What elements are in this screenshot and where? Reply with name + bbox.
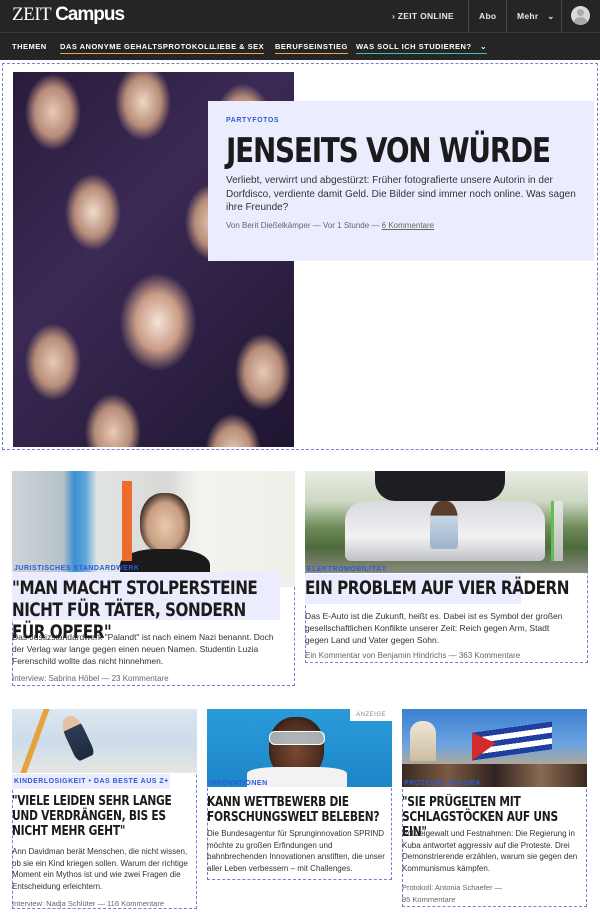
zeit-campus-logo[interactable]: ZEIT Campus [12,4,125,26]
article-kicker: ELEKTROMOBILITÄT [307,566,387,573]
charger-shape [551,501,563,561]
chevron-down-icon: ⌄ [547,11,555,21]
article-image[interactable] [305,471,588,573]
article-image[interactable]: ANZEIGE [207,709,392,787]
car-hatch [375,471,505,501]
divider [561,0,562,32]
topic-was-soll-ich-studieren[interactable]: WAS SOLL ICH STUDIEREN? ⌄ [356,42,487,54]
article-title[interactable]: EIN PROBLEM AUF VIER RÄDERN [305,577,569,599]
hero-comments-link[interactable]: 6 Kommentare [382,221,434,230]
portrait-shape [140,493,190,553]
article-kicker: PROTESTE IN KUBA [404,780,481,787]
article-meta-author: Protokoll: Antonia Schaefer — [402,883,503,892]
article-card[interactable]: PROTESTE IN KUBA "SIE PRÜGELTEN MIT SCHL… [402,709,587,907]
article-meta: Interview: Sabrina Höbel — 23 Kommentare [12,674,169,683]
article-card[interactable]: JURISTISCHES STANDARDWERK "MAN MACHT STO… [12,471,295,686]
capitol-dome-shape [410,721,436,761]
user-avatar-icon[interactable] [571,6,590,25]
article-teaser: Die Bundesagentur für Sprunginnovation S… [207,829,385,873]
divider [468,0,469,32]
article-card-ad[interactable]: ANZEIGE INNOVATIONEN KANN WETTBEWERB DIE… [207,709,392,880]
person-shape [430,501,458,549]
article-meta-comments: 95 Kommentare [402,895,456,904]
hero-kicker: PARTYFOTOS [226,117,280,124]
article-teaser: Polizeigewalt und Festnahmen: Die Regier… [402,829,578,873]
topic-nav: THEMEN DAS ANONYME GEHALTSPROTOKOLL LIEB… [0,32,600,60]
top-bar: ZEIT Campus › ZEIT ONLINE Abo Mehr ⌄ [0,0,600,32]
article-card[interactable]: ELEKTROMOBILITÄT EIN PROBLEM AUF VIER RÄ… [305,471,588,663]
topic-liebe-sex[interactable]: LIEBE & SEX [212,42,265,54]
hero-card[interactable]: PARTYFOTOS JENSEITS VON WÜRDE Verliebt, … [208,101,594,261]
topics-label: THEMEN [12,42,47,51]
chevron-down-icon: ⌄ [480,42,487,51]
topic-label: WAS SOLL ICH STUDIEREN? [356,42,472,51]
article-kicker: KINDERLOSIGKEIT • DAS BESTE AUS Z+ [14,778,169,785]
goggles-shape [269,731,325,745]
article-teaser: Das E-Auto ist die Zukunft, heißt es. Da… [305,611,563,645]
hero-meta: Von Berit Dießelkämper — Vor 1 Stunde — … [226,221,576,230]
flag-triangle [472,729,496,761]
ad-badge: ANZEIGE [350,709,392,721]
zeit-online-link[interactable]: › ZEIT ONLINE [392,0,454,32]
door-shape [122,481,132,561]
hero-title[interactable]: JENSEITS VON WÜRDE [226,132,551,170]
article-meta: Interview: Nadja Schlüter — 116 Kommenta… [12,899,165,908]
article-kicker: INNOVATIONEN [209,780,268,787]
mehr-label: Mehr [517,11,539,21]
article-title[interactable]: "VIELE LEIDEN SEHR LANGE UND VERDRÄNGEN,… [12,794,192,839]
logo-zeit: ZEIT [12,4,51,25]
topic-berufseinstieg[interactable]: BERUFSEINSTIEG [275,42,348,54]
article-image[interactable] [12,709,197,773]
article-card[interactable]: KINDERLOSIGKEIT • DAS BESTE AUS Z+ "VIEL… [12,709,197,909]
article-teaser: Das Justizstandardwerk "Palandt" ist nac… [12,632,274,666]
hero-teaser-text: Verliebt, verwirrt und abgestürzt: Frühe… [226,175,576,213]
mehr-menu[interactable]: Mehr ⌄ [517,0,555,32]
article-image[interactable] [402,709,587,787]
hero-author-time: Von Berit Dießelkämper — Vor 1 Stunde — [226,220,382,230]
article-meta: Ein Kommentar von Benjamin Hindrichs — 3… [305,651,521,660]
abo-link[interactable]: Abo [479,0,496,32]
divider [506,0,507,32]
article-kicker: JURISTISCHES STANDARDWERK [14,565,140,572]
logo-campus: Campus [55,4,125,25]
topic-gehaltsprotokoll[interactable]: DAS ANONYME GEHALTSPROTOKOLL [60,42,215,54]
article-teaser: Ann Davidman berät Menschen, die nicht w… [12,847,188,891]
person-shape [58,712,96,763]
ladder-shape [20,709,50,773]
article-title[interactable]: KANN WETTBEWERB DIE FORSCHUNGSWELT BELEB… [207,795,387,825]
flag-shape [472,721,552,761]
